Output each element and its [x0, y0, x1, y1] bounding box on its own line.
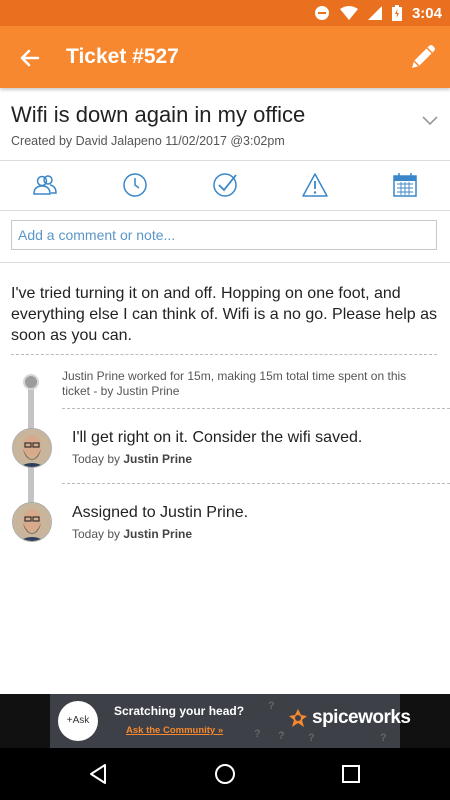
ticket-title: Wifi is down again in my office	[11, 102, 306, 127]
ad-banner[interactable]: +Ask Scratching your head? Ask the Commu…	[50, 694, 411, 748]
navigation-bar	[0, 748, 450, 800]
avatar	[12, 502, 52, 542]
ad-cta-link[interactable]: Ask the Community »	[126, 725, 223, 736]
divider	[0, 262, 450, 263]
question-mark-decoration: ?	[380, 732, 387, 744]
ticket-description: I've tried turning it on and off. Hoppin…	[11, 285, 438, 344]
dashed-divider	[62, 408, 450, 409]
comment-text: I'll get right on it. Consider the wifi …	[72, 429, 363, 446]
priority-icon[interactable]	[302, 172, 328, 198]
timeline-dot	[23, 374, 39, 390]
comment-author: Justin Prine	[123, 452, 193, 466]
status-icons: 3:04	[314, 0, 442, 26]
back-arrow-icon[interactable]	[14, 42, 46, 74]
assignment-text: Assigned to Justin Prine.	[72, 504, 249, 521]
question-mark-decoration: ?	[308, 732, 315, 744]
do-not-disturb-icon	[314, 6, 329, 20]
page-title: Ticket #527	[66, 45, 179, 68]
status-bar: 3:04	[0, 0, 450, 26]
ad-strip: +Ask Scratching your head? Ask the Commu…	[0, 694, 450, 748]
assignee-icon[interactable]	[32, 172, 58, 198]
app-bar: Ticket #527	[0, 26, 450, 88]
ticket-actions	[0, 160, 450, 211]
ticket-meta: Created by David Jalapeno 11/02/2017 @3:…	[11, 134, 285, 148]
time-log-entry: Justin Prine worked for 15m, making 15m …	[62, 369, 407, 398]
dashed-divider	[62, 483, 450, 484]
due-date-icon[interactable]	[392, 172, 418, 198]
signal-icon	[367, 6, 382, 20]
question-mark-decoration: ?	[278, 730, 285, 742]
time-icon[interactable]	[122, 172, 148, 198]
status-time: 3:04	[411, 4, 442, 22]
question-mark-decoration: ?	[254, 728, 261, 740]
question-mark-decoration: ?	[268, 700, 275, 712]
ad-ask-badge: +Ask	[58, 701, 98, 741]
comment-input[interactable]: Add a comment or note...	[11, 220, 437, 250]
home-circle-icon[interactable]	[212, 761, 238, 787]
chevron-down-icon[interactable]	[420, 112, 440, 128]
assignment-meta: Today by Justin Prine	[72, 527, 192, 541]
close-ticket-icon[interactable]	[212, 172, 238, 198]
ticket-header: Wifi is down again in my office Created …	[0, 88, 450, 161]
battery-icon	[391, 5, 402, 21]
pencil-icon[interactable]	[406, 40, 440, 74]
comment-meta: Today by Justin Prine	[72, 452, 192, 466]
ad-headline: Scratching your head?	[114, 704, 245, 718]
assignment-author: Justin Prine	[123, 527, 193, 541]
comment-meta-prefix: Today by	[72, 452, 121, 466]
back-triangle-icon[interactable]	[86, 761, 112, 787]
recents-square-icon[interactable]	[338, 761, 364, 787]
spiceworks-logo: spiceworks	[288, 707, 411, 729]
dashed-divider	[11, 354, 437, 355]
assignment-meta-prefix: Today by	[72, 527, 121, 541]
ad-brand-name: spiceworks	[312, 707, 411, 728]
avatar	[12, 428, 52, 468]
wifi-icon	[339, 6, 358, 20]
spiceworks-logo-icon	[289, 709, 307, 727]
